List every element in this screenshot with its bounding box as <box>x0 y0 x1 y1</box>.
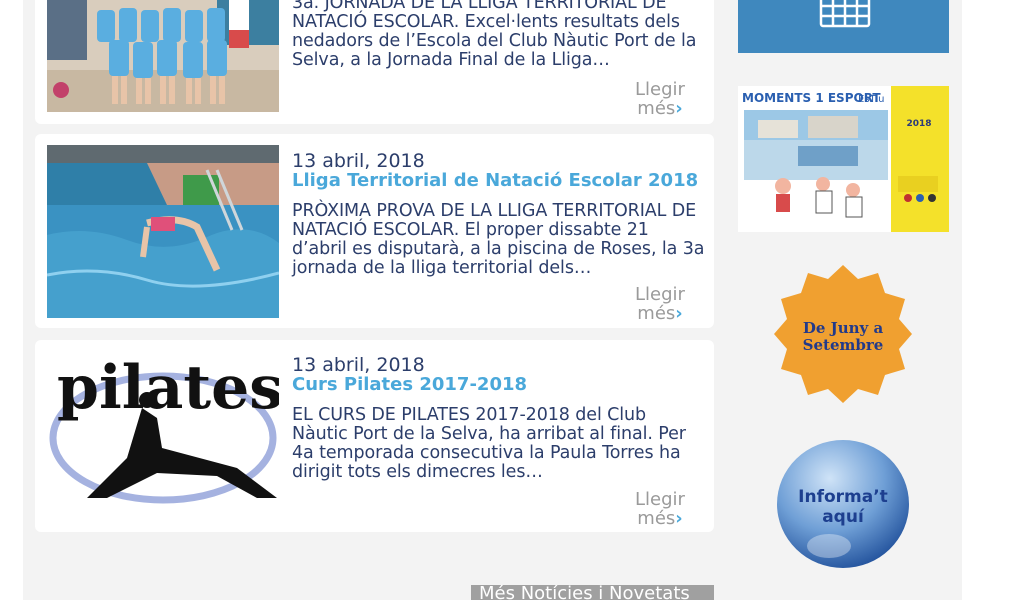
read-more-label: Llegir <box>635 79 685 100</box>
swimmers-team-photo[interactable] <box>47 0 279 112</box>
chevron-right-icon: › <box>675 508 683 529</box>
chevron-right-icon: › <box>675 303 683 324</box>
news-excerpt: EL CURS DE PILATES 2017-2018 del Club Nà… <box>292 405 686 482</box>
more-news-button[interactable]: Més Notícies i Novetats <box>471 585 714 600</box>
info-badge-line2: aquí <box>822 507 865 527</box>
read-more-link[interactable]: Llegir més› <box>625 285 695 323</box>
news-excerpt: PRÒXIMA PROVA DE LA LLIGA TERRITORIAL DE… <box>292 201 705 278</box>
news-title[interactable]: Curs Pilates 2017-2018 <box>292 374 707 396</box>
pilates-wordmark: pilates <box>57 353 279 423</box>
news-card-2: 13 abril, 2018 Lliga Territorial de Nata… <box>35 134 714 328</box>
news-date: 13 abril, 2018 <box>292 150 425 172</box>
read-more-label-2: més <box>637 303 676 324</box>
news-card-3: pilates 13 abril, 2018 Curs Pilates 2017… <box>35 340 714 532</box>
read-more-label: Llegir <box>635 489 685 510</box>
read-more-label-2: més <box>637 98 676 119</box>
pool-dive-photo[interactable] <box>47 145 279 318</box>
news-text-3: 13 abril, 2018 Curs Pilates 2017-2018 EL… <box>292 354 707 482</box>
read-more-label-2: més <box>637 508 676 529</box>
poster-image: MOMENTS 1 ESPORT EsTiu 2018 <box>738 86 949 232</box>
season-badge-line1: De Juny a <box>803 319 884 337</box>
news-title[interactable]: Lliga Territorial de Natació Escolar 201… <box>292 170 707 192</box>
season-badge-line2: Setembre <box>803 336 884 354</box>
news-excerpt: 3a. JORNADA DE LA LLIGA TERRITORIAL DE N… <box>292 0 697 70</box>
news-card-1: 3a. JORNADA DE LA LLIGA TERRITORIAL DE N… <box>35 0 714 124</box>
more-news-label: Més Notícies i Novetats <box>479 585 690 600</box>
pool-dive-image <box>47 145 279 318</box>
info-badge-icon: Informa’t aquí <box>777 440 909 568</box>
chevron-right-icon: › <box>675 98 683 119</box>
poster-year: 2018 <box>906 119 931 129</box>
season-dates-badge[interactable]: De Juny a Setembre <box>772 263 914 405</box>
star-badge-icon: De Juny a Setembre <box>774 265 912 403</box>
pilates-photo[interactable]: pilates <box>47 348 279 510</box>
info-badge-line1: Informa’t <box>798 487 888 507</box>
poster-tag: EsTiu <box>858 94 884 105</box>
calendar-icon <box>819 0 871 28</box>
swimmers-team-image <box>47 0 279 112</box>
news-text-1: 3a. JORNADA DE LA LLIGA TERRITORIAL DE N… <box>292 0 707 70</box>
news-date: 13 abril, 2018 <box>292 354 425 376</box>
pilates-image: pilates <box>49 353 279 504</box>
summer-sports-poster[interactable]: MOMENTS 1 ESPORT EsTiu 2018 <box>738 86 949 232</box>
read-more-link[interactable]: Llegir més› <box>625 490 695 528</box>
news-text-2: 13 abril, 2018 Lliga Territorial de Nata… <box>292 150 707 278</box>
read-more-label: Llegir <box>635 284 685 305</box>
info-button[interactable]: Informa’t aquí <box>773 436 913 572</box>
calendar-button[interactable] <box>738 0 949 53</box>
read-more-link[interactable]: Llegir més› <box>625 80 695 118</box>
